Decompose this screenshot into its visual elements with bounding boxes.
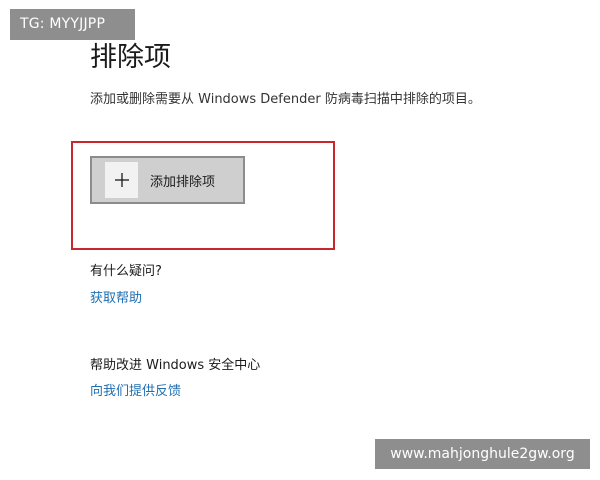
get-help-link[interactable]: 获取帮助 — [90, 289, 142, 309]
watermark-top-left: TG: MYYJJPP — [10, 9, 135, 40]
plus-icon — [105, 162, 138, 198]
watermark-bottom-right: www.mahjonghule2gw.org — [375, 439, 590, 469]
page-description: 添加或删除需要从 Windows Defender 防病毒扫描中排除的项目。 — [90, 92, 481, 107]
give-feedback-link[interactable]: 向我们提供反馈 — [90, 382, 181, 402]
add-exclusion-label: 添加排除项 — [150, 174, 216, 190]
improve-heading: 帮助改进 Windows 安全中心 — [90, 358, 261, 373]
page-title: 排除项 — [90, 42, 171, 73]
help-heading: 有什么疑问? — [90, 264, 162, 279]
add-exclusion-button[interactable]: 添加排除项 — [90, 156, 245, 204]
